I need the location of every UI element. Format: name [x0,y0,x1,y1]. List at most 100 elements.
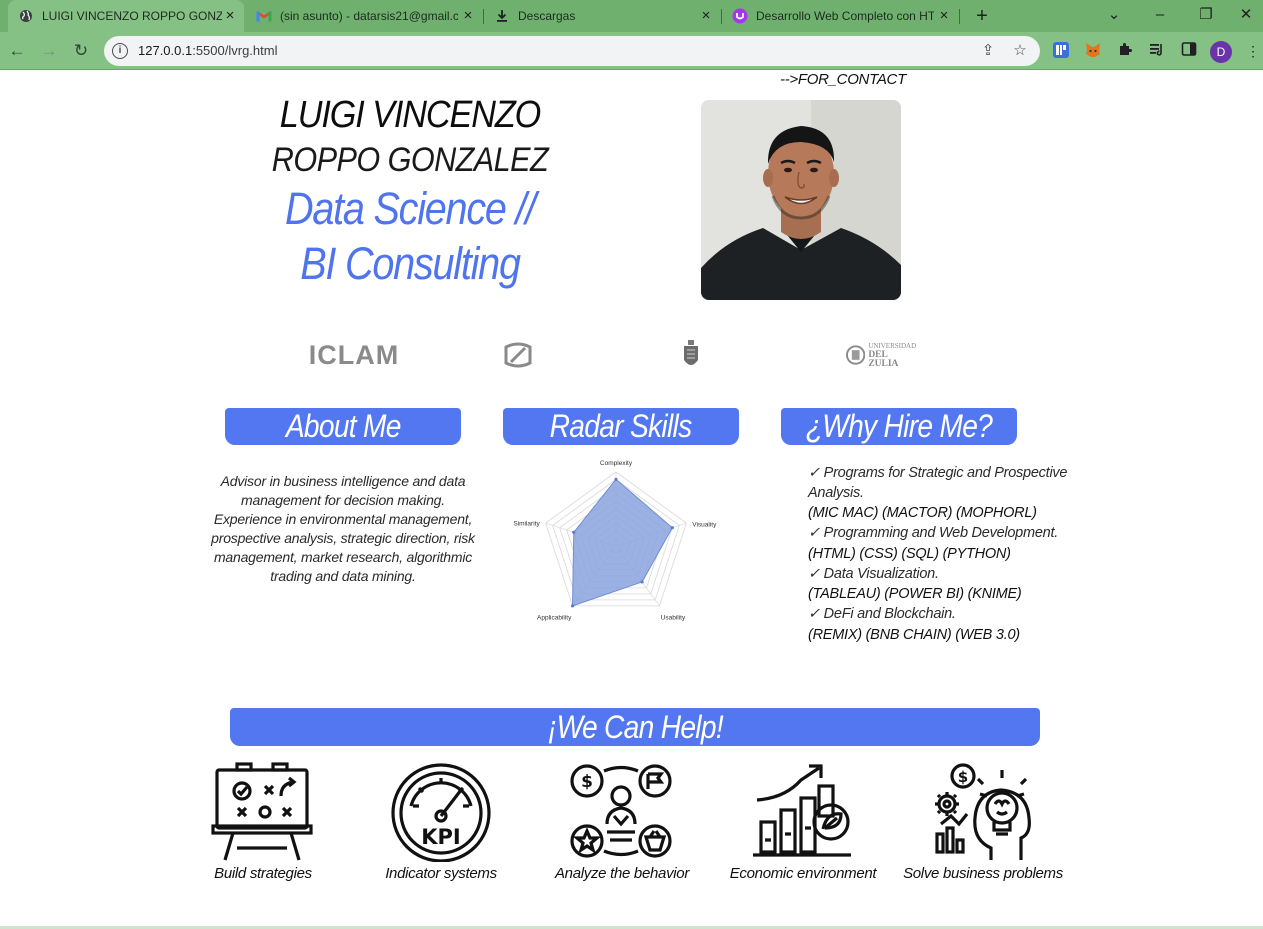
radar-axis-label: Applicability [537,614,572,621]
heading-text: Radar Skills [550,408,692,444]
radar-axis-label: Visuality [692,522,717,529]
share-icon[interactable]: ⇪ [978,41,998,61]
about-me-heading: About Me [225,408,461,445]
radar-point-visuality [670,526,674,530]
radar-skills-heading: Radar Skills [503,408,739,445]
why-item: ✓ Programming and Web Development. [808,525,1059,541]
close-tab-icon[interactable]: × [460,8,476,24]
why-hire-me-heading: ¿Why Hire Me? [781,408,1017,445]
strategy-board-icon [211,762,313,861]
close-tab-icon[interactable]: × [936,8,952,24]
why-tools: (HTML) (CSS) (SQL) (PYTHON) [808,545,1011,562]
service-indicator-systems: KPI Indicator systems [351,762,531,882]
forward-button[interactable]: → [37,39,61,63]
address-bar[interactable]: i 127.0.0.1:5500/lvrg.html ⇪ ☆ [104,36,1040,66]
heading-text: ¿Why Hire Me? [805,408,993,444]
tab-separator [959,9,960,24]
service-label: Indicator systems [385,865,497,882]
logo-text-line-2: DEL ZULIA [868,349,899,369]
heading-text: ¡We Can Help! [547,709,723,745]
svg-text:KPI: KPI [421,825,460,849]
url-path: :5500/lvrg.html [192,43,278,58]
service-label: Build strategies [214,865,312,882]
tab-title: Descargas [518,9,576,23]
profile-photo [701,100,901,300]
more-menu-icon[interactable]: ⋮ [1243,41,1263,61]
radar-axis-label: Usability [661,614,686,621]
service-label: Solve business problems [903,865,1063,882]
profile-avatar[interactable]: D [1210,41,1232,63]
about-me-text: Advisor in business intelligence and dat… [211,473,475,584]
why-tools: (REMIX) (BNB CHAIN) (WEB 3.0) [808,626,1020,643]
platzi-logo [501,338,535,372]
tab-title: (sin asunto) - datarsis21@gmail.com [280,9,458,23]
tab-gmail[interactable]: (sin asunto) - datarsis21@gmail.com × [246,0,482,32]
bookmark-star-icon[interactable]: ☆ [1010,41,1030,61]
close-tab-icon[interactable]: × [698,8,714,24]
kpi-gauge-icon: KPI [391,763,491,862]
tab-udemy[interactable]: Desarrollo Web Completo con HTML × [722,0,958,32]
tab-lvrg[interactable]: LUIGI VINCENZO ROPPO GONZALEZ × [8,0,244,32]
extensions-puzzle-icon[interactable] [1115,41,1135,61]
tab-title: LUIGI VINCENZO ROPPO GONZALEZ [42,9,222,23]
tab-search-icon[interactable]: ⌄ [1091,0,1137,32]
we-can-help-heading: ¡We Can Help! [230,708,1040,746]
brain-idea-icon: $ [935,763,1031,860]
page-content: -->FOR_CONTACT LUIGI VINCENZO ROPPO GONZ… [0,70,1263,929]
growth-chart-icon [753,764,851,857]
radar-point-similarity [572,530,576,534]
why-tools: (TABLEAU) (POWER BI) (KNIME) [808,586,1022,602]
restore-button[interactable]: ❐ [1183,0,1229,32]
why-tools: (MIC MAC) (MACTOR) (MOPHORL) [808,505,1037,521]
service-label: Analyze the behavior [554,865,690,882]
behavior-analysis-icon: $ [570,764,672,858]
close-tab-icon[interactable]: × [222,8,238,24]
radar-point-usability [640,580,644,584]
why-hire-me-list: ✓ Programs for Strategic and Prospective… [808,464,1068,646]
extension-grid-icon[interactable] [1051,41,1071,61]
svg-text:$: $ [581,772,593,792]
contact-link[interactable]: -->FOR_CONTACT [780,71,906,88]
gmail-icon [256,8,272,24]
universidad-del-zulia-logo: UNIVERSIDAD DEL ZULIA [846,338,918,372]
svg-text:$: $ [958,768,968,786]
download-icon [494,8,510,24]
url-host: 127.0.0.1 [138,43,193,58]
side-panel-icon[interactable] [1179,41,1199,61]
url-text: 127.0.0.1:5500/lvrg.html [138,43,277,58]
iclam-logo: ICLAM [308,339,400,370]
name-line-2: ROPPO GONZALEZ [271,141,549,179]
why-item: ✓ Programs for Strategic and Prospective… [808,465,1068,501]
service-economic-environment: Economic environment [713,762,893,882]
metamask-icon[interactable] [1083,41,1103,61]
udemy-icon [732,8,748,24]
why-item: ✓ DeFi and Blockchain. [808,606,956,622]
service-label: Economic environment [729,865,877,882]
radar-point-applicability [570,604,575,608]
service-solve-problems: $ Solve business problems [893,762,1073,882]
radar-axis-label: Complexity [600,460,633,467]
tab-downloads[interactable]: Descargas × [484,0,720,32]
tab-title: Desarrollo Web Completo con HTML [756,9,934,23]
back-button[interactable]: ← [5,39,29,63]
radar-series-area [571,478,673,607]
service-build-strategies: Build strategies [173,762,353,882]
radar-chart: Complexity Visuality Usability Applicabilit… [513,460,717,621]
minimize-button[interactable]: – [1137,0,1183,32]
site-info-icon[interactable]: i [112,43,128,59]
service-analyze-behavior: $ Analyze the behavior [532,762,712,882]
reload-button[interactable]: ↻ [69,39,93,63]
reading-list-icon[interactable] [1147,41,1167,61]
radar-axis-label: Similarity [513,521,540,528]
name-line-1: LUIGI VINCENZO [279,94,542,136]
new-tab-button[interactable]: + [970,4,994,28]
heading-text: About Me [285,408,402,444]
radar-point-complexity [614,477,618,481]
browser-toolbar: ← → ↻ i 127.0.0.1:5500/lvrg.html ⇪ ☆ D ⋮ [0,32,1263,69]
tagline-line-2: BI Consulting [300,238,521,289]
tagline-line-1: Data Science // [284,183,536,234]
close-window-button[interactable]: ✕ [1229,0,1263,32]
globe-icon [18,8,34,24]
why-item: ✓ Data Visualization. [808,565,939,582]
tab-strip: LUIGI VINCENZO ROPPO GONZALEZ × (sin asu… [0,0,1263,32]
